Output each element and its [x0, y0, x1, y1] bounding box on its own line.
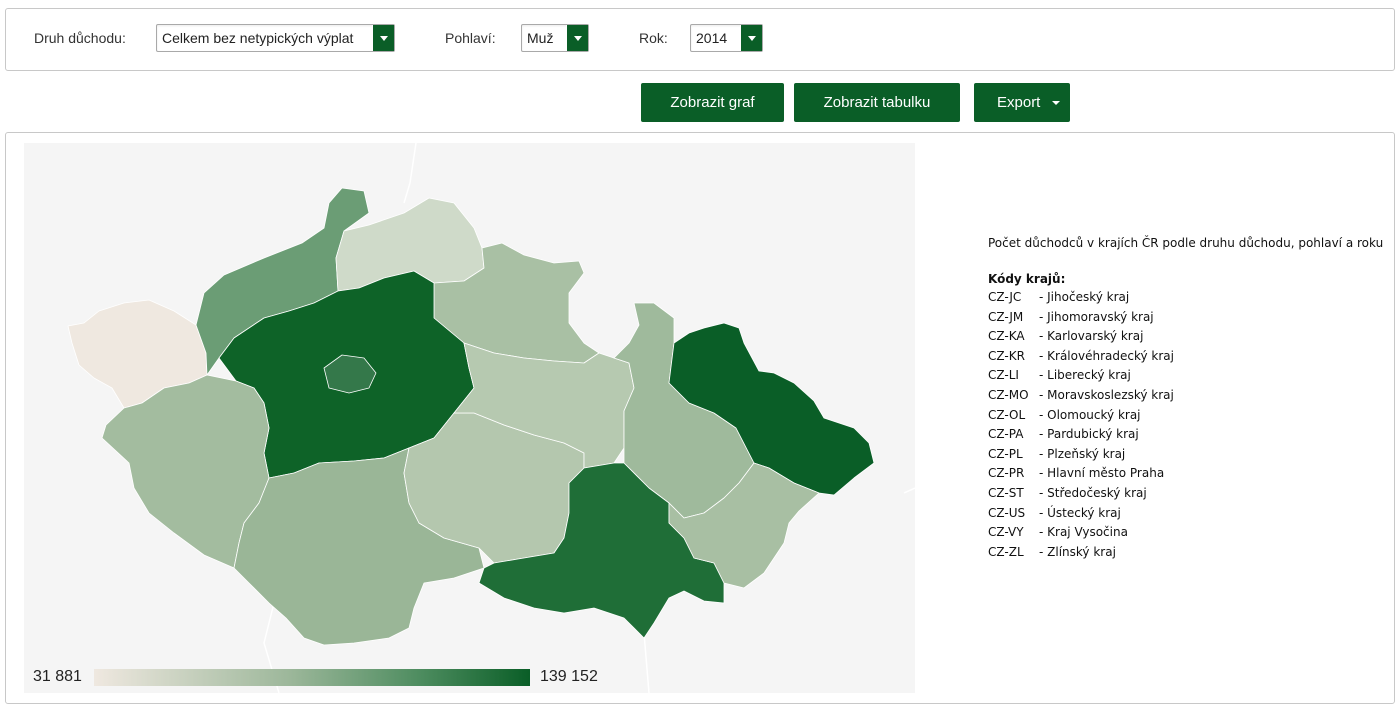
chevron-down-icon[interactable] — [740, 25, 762, 51]
region-code-row: CZ-OL - Olomoucký kraj — [988, 408, 1383, 428]
region-code: CZ-US — [988, 505, 1026, 520]
chevron-down-icon[interactable] — [372, 25, 394, 51]
region-code: CZ-OL — [988, 407, 1026, 422]
region-name: - Karlovarský kraj — [1039, 329, 1144, 344]
region-name: - Zlínský kraj — [1039, 544, 1116, 559]
region-code-row: CZ-KR - Královéhradecký kraj — [988, 349, 1383, 369]
region-name: - Hlavní město Praha — [1039, 466, 1165, 481]
region-code: CZ-MO — [988, 387, 1029, 402]
info-panel: Počet důchodců v krajích ČR podle druhu … — [988, 236, 1383, 564]
region-name: - Jihočeský kraj — [1039, 290, 1130, 304]
region-code-row: CZ-ZL - Zlínský kraj — [988, 545, 1383, 565]
region-code-row: CZ-JM - Jihomoravský kraj — [988, 310, 1383, 330]
region-code-row: CZ-PR - Hlavní město Praha — [988, 466, 1383, 486]
region-name: - Ústecký kraj — [1039, 505, 1121, 520]
pohlavi-select-value: Muž — [527, 30, 554, 46]
caret-down-icon — [1052, 101, 1060, 105]
druh-label: Druh důchodu: — [34, 30, 126, 46]
border-line — [903, 487, 915, 494]
chevron-down-icon[interactable] — [566, 25, 588, 51]
druh-select[interactable]: Celkem bez netypických výplat — [156, 24, 395, 52]
region-code-row: CZ-US - Ústecký kraj — [988, 506, 1383, 526]
region-code: CZ-VY — [988, 525, 1024, 540]
show-chart-button[interactable]: Zobrazit graf — [641, 83, 784, 122]
czech-regions-map — [67, 143, 915, 693]
region-code-row: CZ-ST - Středočeský kraj — [988, 486, 1383, 506]
region-name: - Kraj Vysočina — [1039, 525, 1128, 540]
show-table-button[interactable]: Zobrazit tabulku — [794, 83, 960, 122]
region-code: CZ-JC — [988, 290, 1022, 304]
region-code-row: CZ-PL - Plzeňský kraj — [988, 447, 1383, 467]
export-button-label: Export — [997, 94, 1041, 111]
region-code: CZ-KR — [988, 348, 1025, 363]
region-name: - Liberecký kraj — [1039, 368, 1131, 383]
pohlavi-select[interactable]: Muž — [521, 24, 589, 52]
scale-min: 31 881 — [33, 668, 82, 685]
export-button[interactable]: Export — [974, 83, 1070, 122]
region-name: - Plzeňský kraj — [1039, 446, 1126, 461]
region-name: - Pardubický kraj — [1039, 427, 1139, 442]
region-code: CZ-PL — [988, 446, 1023, 461]
pohlavi-label: Pohlaví: — [445, 30, 496, 46]
region-name: - Olomoucký kraj — [1039, 407, 1141, 422]
region-name: - Středočeský kraj — [1039, 485, 1147, 500]
rok-label: Rok: — [639, 30, 668, 46]
region-code: CZ-JM — [988, 309, 1024, 324]
region-code: CZ-ZL — [988, 544, 1024, 559]
region-code: CZ-KA — [988, 329, 1025, 344]
region-code-row: CZ-KA - Karlovarský kraj — [988, 329, 1383, 349]
map-area — [24, 143, 915, 693]
region-code: CZ-ST — [988, 485, 1024, 500]
region-name: - Královéhradecký kraj — [1039, 348, 1174, 363]
region-code: CZ-PR — [988, 466, 1025, 481]
border-line — [643, 632, 650, 693]
region-code-row: CZ-JC - Jihočeský kraj — [988, 290, 1383, 310]
region-code-list: CZ-JC - Jihočeský kraj CZ-JM - Jihomoravský… — [988, 290, 1383, 564]
rok-select[interactable]: 2014 — [690, 24, 763, 52]
border-line — [403, 143, 417, 204]
region-code-row: CZ-MO - Moravskoslezský kraj — [988, 388, 1383, 408]
scale-max: 139 152 — [540, 668, 598, 685]
codes-header: Kódy krajů: — [988, 272, 1066, 286]
region-name: - Jihomoravský kraj — [1039, 309, 1154, 324]
region-code: CZ-PA — [988, 427, 1024, 442]
region-code-row: CZ-VY - Kraj Vysočina — [988, 525, 1383, 545]
info-title: Počet důchodců v krajích ČR podle druhu … — [988, 236, 1384, 250]
region-code: CZ-LI — [988, 368, 1019, 383]
region-name: - Moravskoslezský kraj — [1039, 387, 1174, 402]
color-scale-bar — [94, 669, 530, 686]
region-code-row: CZ-LI - Liberecký kraj — [988, 368, 1383, 388]
rok-select-value: 2014 — [696, 30, 728, 46]
druh-select-value: Celkem bez netypických výplat — [162, 30, 354, 46]
region-code-row: CZ-PA - Pardubický kraj — [988, 427, 1383, 447]
